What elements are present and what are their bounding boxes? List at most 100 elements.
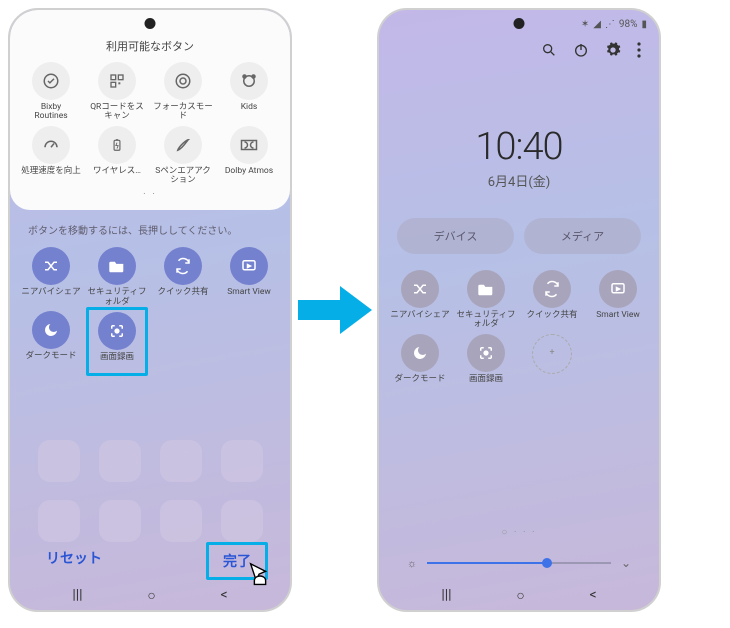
mute-icon: ◢ bbox=[593, 19, 601, 30]
home-button[interactable]: ○ bbox=[516, 587, 524, 604]
qr-icon bbox=[98, 62, 136, 100]
tg-smart-view[interactable]: Smart View bbox=[218, 247, 280, 307]
shuffle-icon bbox=[401, 270, 439, 308]
moon-icon bbox=[401, 334, 439, 372]
moon-icon bbox=[32, 311, 70, 349]
battery-label: 98% bbox=[619, 19, 638, 30]
bluetooth-icon: ✶ bbox=[581, 19, 589, 30]
tg-nearby-share[interactable]: ニアバイシェア bbox=[20, 247, 82, 307]
plus-icon: + bbox=[532, 334, 572, 374]
qt-label: QRコードをスキャン bbox=[86, 103, 148, 122]
sync-icon bbox=[533, 270, 571, 308]
back-button[interactable]: < bbox=[589, 587, 596, 604]
qt-label: フォーカスモード bbox=[152, 103, 214, 122]
battery-icon bbox=[98, 126, 136, 164]
tg-secure-folder[interactable]: セキュリティフォルダ bbox=[86, 247, 148, 307]
record-icon bbox=[467, 334, 505, 372]
page-indicator: · · bbox=[20, 189, 280, 200]
tg-nearby-share[interactable]: ニアバイシェア bbox=[389, 270, 451, 330]
clock-block: 10:40 6月4日(金) bbox=[379, 125, 659, 190]
available-buttons-panel: 利用可能なボタン BixbyRoutines QRコードをスキャン フォーカスモ… bbox=[10, 10, 290, 210]
tg-label: クイック共有 bbox=[526, 311, 577, 329]
camera-hole bbox=[145, 18, 156, 29]
slider-thumb[interactable] bbox=[542, 558, 552, 568]
tg-dark-mode[interactable]: ダークモード bbox=[20, 311, 82, 376]
tg-label: ニアバイシェア bbox=[21, 288, 80, 306]
tg-label: クイック共有 bbox=[157, 288, 208, 306]
tg-label: Smart View bbox=[227, 288, 270, 306]
tg-label: ダークモード bbox=[394, 375, 445, 393]
pen-icon bbox=[164, 126, 202, 164]
tg-smart-view[interactable]: Smart View bbox=[587, 270, 649, 330]
tg-dark-mode[interactable]: ダークモード bbox=[389, 334, 451, 395]
tg-screen-record[interactable]: 画面録画 bbox=[455, 334, 517, 395]
qt-label: Kids bbox=[241, 103, 258, 121]
tg-screen-record[interactable]: 画面録画 bbox=[91, 312, 143, 371]
reset-button[interactable]: リセット bbox=[32, 542, 116, 580]
qt-bixby-routines[interactable]: BixbyRoutines bbox=[20, 62, 82, 122]
tg-add-button[interactable]: + bbox=[521, 334, 583, 395]
tg-quick-share[interactable]: クイック共有 bbox=[152, 247, 214, 307]
target-icon bbox=[164, 62, 202, 100]
system-nav-bar: ||| ○ < bbox=[10, 587, 290, 604]
home-button[interactable]: ○ bbox=[147, 587, 155, 604]
camera-hole bbox=[514, 18, 525, 29]
qt-label: BixbyRoutines bbox=[34, 103, 67, 122]
qt-label: ワイヤレス… bbox=[93, 167, 141, 185]
pill-media[interactable]: メディア bbox=[524, 218, 641, 254]
slider-track bbox=[427, 562, 611, 564]
folder-icon bbox=[98, 247, 136, 285]
active-toggles-grid: ニアバイシェア セキュリティフォルダ クイック共有 Smart View ダーク… bbox=[389, 270, 649, 395]
qt-speed[interactable]: 処理速度を向上 bbox=[20, 126, 82, 186]
qt-dolby[interactable]: Dolby Atmos bbox=[218, 126, 280, 186]
screen-record-highlight: 画面録画 bbox=[86, 307, 148, 376]
brightness-slider[interactable]: ☼ ⌄ bbox=[407, 556, 631, 570]
tg-secure-folder[interactable]: セキュリティフォルダ bbox=[455, 270, 517, 330]
blurred-apps-row-1 bbox=[10, 440, 290, 482]
status-bar: ✶ ◢ ⋰ 98% ▮ bbox=[581, 19, 647, 30]
page-indicator: ○ · · · bbox=[379, 527, 659, 538]
smartview-icon bbox=[230, 247, 268, 285]
recents-button[interactable]: ||| bbox=[72, 587, 82, 604]
dolby-icon bbox=[230, 126, 268, 164]
back-button[interactable]: < bbox=[220, 587, 227, 604]
qt-focus-mode[interactable]: フォーカスモード bbox=[152, 62, 214, 122]
transition-arrow bbox=[292, 282, 377, 338]
power-icon[interactable] bbox=[573, 42, 589, 62]
sync-icon bbox=[164, 247, 202, 285]
qt-label: Sペンエアアクション bbox=[152, 167, 214, 186]
search-icon[interactable] bbox=[541, 42, 557, 62]
qt-label: 処理速度を向上 bbox=[21, 167, 81, 185]
pill-devices[interactable]: デバイス bbox=[397, 218, 514, 254]
qt-wireless[interactable]: ワイヤレス… bbox=[86, 126, 148, 186]
battery-icon: ▮ bbox=[641, 19, 647, 30]
sun-icon: ☼ bbox=[407, 557, 417, 570]
phone-left: 利用可能なボタン BixbyRoutines QRコードをスキャン フォーカスモ… bbox=[8, 8, 292, 612]
tg-label: 画面録画 bbox=[469, 375, 503, 393]
shuffle-icon bbox=[32, 247, 70, 285]
hint-text: ボタンを移動するには、長押ししてください。 bbox=[28, 222, 290, 237]
clock-date: 6月4日(金) bbox=[379, 171, 659, 190]
expand-icon[interactable]: ⌄ bbox=[621, 556, 631, 570]
qt-kids[interactable]: Kids bbox=[218, 62, 280, 122]
done-button[interactable]: 完了 bbox=[206, 542, 268, 580]
wifi-icon: ⋰ bbox=[605, 19, 615, 30]
gauge-icon bbox=[32, 126, 70, 164]
recents-button[interactable]: ||| bbox=[441, 587, 451, 604]
device-media-pills: デバイス メディア bbox=[397, 218, 641, 254]
more-icon[interactable] bbox=[637, 42, 641, 62]
gear-icon[interactable] bbox=[605, 42, 621, 62]
blurred-apps-row-2 bbox=[10, 500, 290, 542]
record-icon bbox=[98, 312, 136, 350]
tg-quick-share[interactable]: クイック共有 bbox=[521, 270, 583, 330]
panel-title: 利用可能なボタン bbox=[20, 38, 280, 54]
qt-label: Dolby Atmos bbox=[225, 167, 273, 185]
qt-qr-scan[interactable]: QRコードをスキャン bbox=[86, 62, 148, 122]
tg-label: ダークモード bbox=[25, 352, 76, 370]
tg-label: セキュリティフォルダ bbox=[86, 288, 148, 307]
qt-spen[interactable]: Sペンエアアクション bbox=[152, 126, 214, 186]
tg-label: Smart View bbox=[596, 311, 639, 329]
active-toggles-grid: ニアバイシェア セキュリティフォルダ クイック共有 Smart View ダーク… bbox=[10, 247, 290, 376]
smartview-icon bbox=[599, 270, 637, 308]
system-nav-bar: ||| ○ < bbox=[379, 587, 659, 604]
